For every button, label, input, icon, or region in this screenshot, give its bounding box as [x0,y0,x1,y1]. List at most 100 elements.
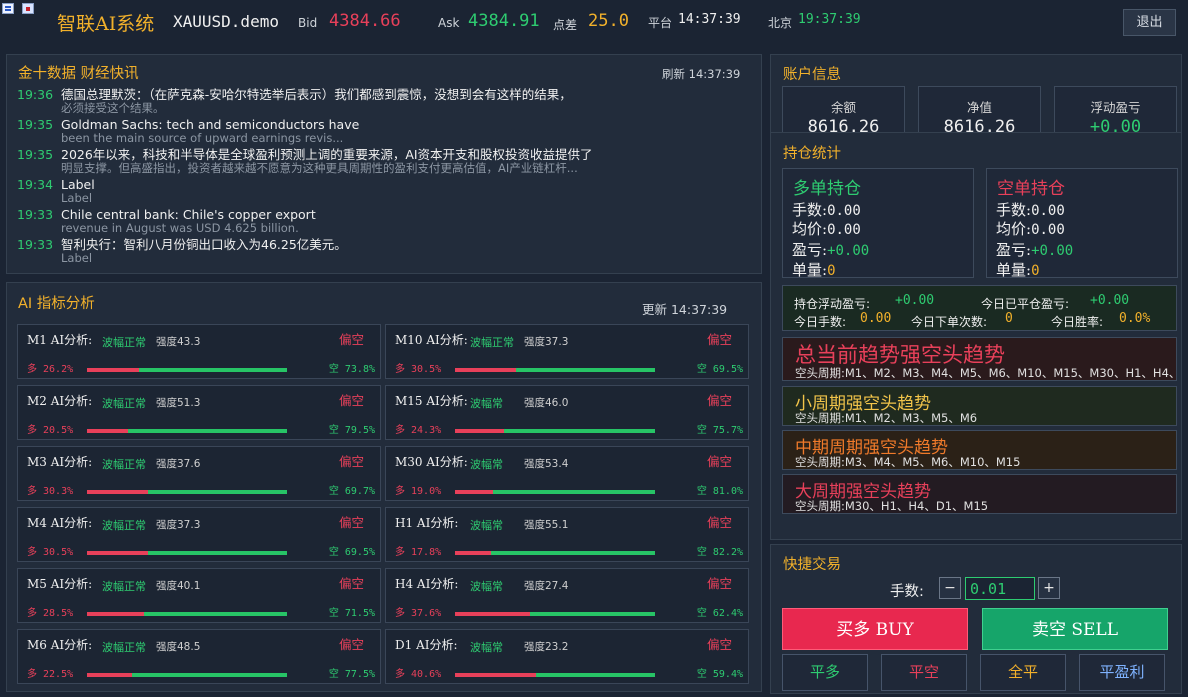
bull-percent: 多 22.5% [27,669,74,680]
volatility-state: 波幅常 [470,519,503,532]
lots-label: 手数: [890,584,924,600]
win-rate-value: 0.0% [1119,311,1151,326]
bull-bear-bar [87,551,287,555]
news-summary: Label [61,191,93,205]
bull-bar-fill [455,673,537,677]
short-avg-value: 0.00 [1031,222,1065,238]
volatility-state: 波幅正常 [102,458,146,471]
news-headline: 德国总理默茨：（在萨克森-安哈尔特选举后表示）我们都感到震惊，没想到会有这样的结… [61,87,572,102]
short-count-label: 单量: [996,261,1032,279]
today-lots-label: 今日手数: [794,315,847,329]
bear-percent: 空 69.7% [328,486,375,497]
ai-indicator-card[interactable]: D1 AI分析: 波幅常 强度23.2 偏空多 40.6% 空 59.4% [385,629,749,684]
timeframe-label: M2 AI分析: [27,394,93,408]
short-cycle-trend-periods: 空头周期:M1、M2、M3、M5、M6 [795,411,978,425]
chart-icon[interactable] [22,3,34,14]
strength-value: 强度23.2 [524,641,569,653]
ai-indicator-card[interactable]: M3 AI分析: 波幅正常 强度37.6 偏空多 30.3% 空 69.7% [17,446,381,501]
platform-label: 平台 [648,16,673,30]
short-avg-label: 均价: [996,220,1032,238]
strength-value: 强度37.6 [156,458,201,470]
balance-label: 余额 [830,100,856,115]
ai-indicator-card[interactable]: M6 AI分析: 波幅正常 强度48.5 偏空多 22.5% 空 77.5% [17,629,381,684]
closed-pl-label: 今日已平仓盈亏: [981,297,1070,311]
close-long-button[interactable]: 平多 [782,654,868,691]
long-pl-label: 盈亏: [792,241,828,259]
ai-indicator-card[interactable]: M30 AI分析: 波幅常 强度53.4 偏空多 19.0% 空 81.0% [385,446,749,501]
ai-indicator-card[interactable]: H4 AI分析: 波幅常 强度27.4 偏空多 37.6% 空 62.4% [385,568,749,623]
strength-value: 强度37.3 [156,519,201,531]
ai-indicator-card[interactable]: M15 AI分析: 波幅常 强度46.0 偏空多 24.3% 空 75.7% [385,385,749,440]
timeframe-label: H1 AI分析: [395,516,459,530]
lots-decrease-button[interactable]: − [939,577,961,599]
timeframe-label: M10 AI分析: [395,333,468,347]
ai-indicator-card[interactable]: H1 AI分析: 波幅常 强度55.1 偏空多 17.8% 空 82.2% [385,507,749,562]
positions-title: 持仓统计 [783,146,841,162]
equity-label: 净值 [966,100,992,115]
bull-percent: 多 30.3% [27,486,74,497]
bid-price: 4384.66 [329,11,401,31]
bull-bear-bar [455,612,655,616]
bull-bar-fill [455,612,531,616]
direction-badge: 偏空 [706,515,732,530]
volatility-state: 波幅常 [470,641,503,654]
ask-price: 4384.91 [468,11,540,31]
bull-bear-bar [455,673,655,677]
ai-indicator-card[interactable]: M10 AI分析: 波幅正常 强度37.3 偏空多 30.5% 空 69.5% [385,324,749,379]
menu-icon[interactable] [2,3,14,14]
direction-badge: 偏空 [338,393,364,408]
close-all-button[interactable]: 全平 [980,654,1066,691]
logout-button[interactable]: 退出 [1123,9,1176,36]
ask-label: Ask [438,16,460,30]
bull-bear-bar [455,368,655,372]
strength-value: 强度53.4 [524,458,569,470]
spread-value: 25.0 [588,11,629,31]
overall-trend-box: 总当前趋势强空头趋势 空头周期:M1、M2、M3、M4、M5、M6、M10、M1… [782,337,1177,381]
bull-bear-bar [87,490,287,494]
bull-bear-bar [455,551,655,555]
news-panel: 金十数据 财经快讯 刷新 14:37:39 19:36 德国总理默茨：（在萨克森… [6,54,762,274]
close-profit-button[interactable]: 平盈利 [1079,654,1165,691]
bull-bear-bar [87,612,287,616]
bear-percent: 空 82.2% [696,547,743,558]
lots-increase-button[interactable]: + [1038,577,1060,599]
daily-stats-box: 持仓浮动盈亏: +0.00 今日已平仓盈亏: +0.00 今日手数: 0.00 … [782,285,1177,331]
position-float-label: 持仓浮动盈亏: [794,297,871,311]
volatility-state: 波幅正常 [102,519,146,532]
buy-button[interactable]: 买多 BUY [782,608,968,650]
news-headline: Goldman Sachs: tech and semiconductors h… [61,117,360,132]
long-count-value: 0 [827,263,836,279]
long-pl-value: +0.00 [827,243,870,259]
bull-percent: 多 30.5% [27,547,74,558]
ai-indicator-card[interactable]: M4 AI分析: 波幅正常 强度37.3 偏空多 30.5% 空 69.5% [17,507,381,562]
news-time: 19:34 [17,177,54,192]
lots-input[interactable] [965,577,1035,600]
news-summary: 明显支撑。但高盛指出，投资者越来越不愿意为这种更具周期性的盈利支付更高估值，AI… [61,161,578,175]
ai-indicator-card[interactable]: M5 AI分析: 波幅正常 强度40.1 偏空多 28.5% 空 71.5% [17,568,381,623]
timeframe-label: M1 AI分析: [27,333,93,347]
bull-bar-fill [87,490,148,494]
news-summary: been the main source of upward earnings … [61,131,344,145]
close-short-button[interactable]: 平空 [881,654,967,691]
ai-indicator-card[interactable]: M2 AI分析: 波幅正常 强度51.3 偏空多 20.5% 空 79.5% [17,385,381,440]
sell-button[interactable]: 卖空 SELL [982,608,1168,650]
volatility-state: 波幅常 [470,580,503,593]
bull-bear-bar [455,490,655,494]
timeframe-label: M4 AI分析: [27,516,93,530]
bear-percent: 空 73.8% [328,364,375,375]
volatility-state: 波幅常 [470,458,503,471]
strength-value: 强度46.0 [524,397,569,409]
news-headline: 智利央行：智利八月份铜出口收入为46.25亿美元。 [61,237,347,252]
bull-bear-bar [87,673,287,677]
volatility-state: 波幅正常 [102,397,146,410]
direction-badge: 偏空 [706,454,732,469]
symbol-label: XAUUSD.demo [173,12,279,31]
direction-badge: 偏空 [338,515,364,530]
news-time: 19:33 [17,207,54,222]
direction-badge: 偏空 [338,332,364,347]
ai-indicator-card[interactable]: M1 AI分析: 波幅正常 强度43.3 偏空多 26.2% 空 73.8% [17,324,381,379]
mid-cycle-trend-box: 中期周期强空头趋势 空头周期:M3、M4、M5、M6、M10、M15 [782,430,1177,470]
ai-analysis-panel: AI 指标分析 更新 14:37:39 M1 AI分析: 波幅正常 强度43.3 偏空… [6,282,762,692]
ai-panel-title: AI 指标分析 [18,296,95,312]
short-count-value: 0 [1031,263,1040,279]
